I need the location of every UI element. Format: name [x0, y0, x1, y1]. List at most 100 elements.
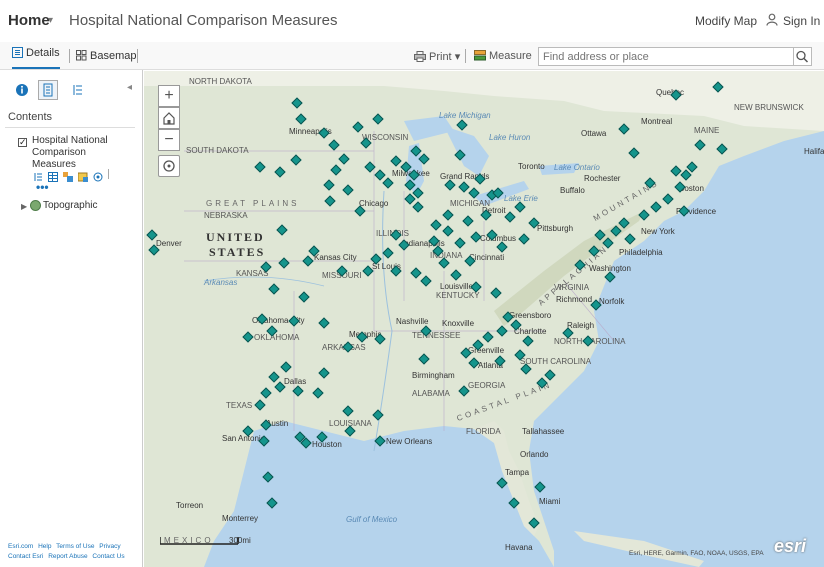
city-label: Toronto: [518, 162, 545, 171]
tools-divider: [108, 169, 109, 179]
footer-link[interactable]: Report Abuse: [48, 553, 87, 560]
footer-link[interactable]: Esri.com: [8, 543, 33, 550]
side-panel: ◂ Contents ✓ Hospital National Compariso…: [0, 70, 143, 567]
measure-button[interactable]: Measure: [474, 50, 532, 62]
city-label: Columbus: [480, 234, 517, 243]
contents-view-icon[interactable]: [38, 80, 58, 100]
map-label: Lake Huron: [489, 133, 531, 142]
city-label: Louisville: [440, 282, 473, 291]
city-label: Havana: [505, 543, 533, 552]
more-options-icon[interactable]: •••: [36, 180, 49, 194]
locate-button[interactable]: [158, 155, 180, 177]
city-label: Miami: [539, 497, 561, 506]
modify-map-link[interactable]: Modify Map: [695, 14, 757, 28]
panel-view-switcher: ◂: [0, 78, 143, 102]
map-label: TEXAS: [226, 401, 253, 410]
table-icon[interactable]: [48, 169, 58, 182]
city-label: Dallas: [284, 377, 307, 386]
map-label: SOUTH CAROLINA: [520, 357, 592, 366]
city-label: Rochester: [584, 174, 621, 183]
footer-link[interactable]: Help: [38, 543, 51, 550]
city-label: Montreal: [641, 117, 673, 126]
city-label: Birmingham: [412, 371, 455, 380]
details-list-icon: [12, 47, 23, 58]
filter-icon[interactable]: [77, 169, 88, 182]
map-label: Lake Ontario: [554, 163, 600, 172]
footer-link[interactable]: Privacy: [99, 543, 120, 550]
city-label: Torreon: [176, 501, 204, 510]
map-view[interactable]: NORTH DAKOTA SOUTH DAKOTA NEBRASKA KANSA…: [144, 71, 824, 567]
city-label: Philadelphia: [619, 248, 663, 257]
city-label: Richmond: [556, 295, 593, 304]
city-label: Raleigh: [567, 321, 595, 330]
map-label: Lake Michigan: [439, 111, 491, 120]
zoom-out-button[interactable]: −: [158, 129, 180, 151]
map-label: Arkansas: [204, 278, 238, 287]
locate-crosshair-icon: [163, 160, 175, 172]
print-button[interactable]: Print ▾: [414, 50, 460, 63]
app-header: Home ▾ Hospital National Comparison Meas…: [0, 0, 824, 42]
city-label: Pittsburgh: [537, 224, 574, 233]
details-label: Details: [26, 47, 60, 59]
search-button[interactable]: [794, 47, 812, 66]
city-label: Greenville: [468, 346, 505, 355]
style-icon[interactable]: [63, 169, 73, 182]
basemap-grid-icon: [76, 50, 87, 61]
map-title: Hospital National Comparison Measures: [69, 12, 338, 29]
zoom-in-button[interactable]: +: [158, 85, 180, 107]
city-label: Orlando: [520, 450, 549, 459]
basemap-label: Basemap: [90, 50, 137, 62]
map-label: GEORGIA: [468, 381, 506, 390]
layer-name[interactable]: Hospital National Comparison Measures: [32, 135, 132, 171]
map-label: NEW BRUNSWICK: [734, 103, 804, 112]
chevron-down-icon: ▾: [454, 51, 461, 63]
city-label: Halifa: [804, 147, 824, 156]
sign-in-link[interactable]: Sign In: [783, 14, 820, 28]
details-tab[interactable]: Details: [12, 47, 60, 69]
legend-icon[interactable]: [33, 169, 43, 181]
home-extent-button[interactable]: [158, 107, 180, 129]
map-label: ALABAMA: [412, 389, 450, 398]
map-label: NORTH DAKOTA: [189, 77, 252, 86]
map-label: GREAT PLAINS: [206, 199, 300, 208]
measure-label: Measure: [489, 50, 532, 62]
city-label: Knoxville: [442, 319, 475, 328]
city-label: Charlotte: [514, 327, 547, 336]
city-label: Ottawa: [581, 129, 607, 138]
print-label: Print: [429, 51, 452, 63]
ruler-icon: [474, 50, 486, 61]
city-label: New York: [641, 227, 675, 236]
printer-icon: [414, 51, 426, 62]
footer-link[interactable]: Contact Esri: [8, 553, 43, 560]
map-label: MAINE: [694, 126, 720, 135]
home-link[interactable]: Home: [8, 12, 50, 29]
expand-caret-icon[interactable]: ▶: [21, 202, 27, 211]
map-label: NEBRASKA: [204, 211, 248, 220]
basemap-tab[interactable]: Basemap: [76, 50, 136, 62]
home-caret-icon[interactable]: ▾: [48, 15, 53, 26]
person-icon[interactable]: [766, 13, 778, 31]
city-label: Buffalo: [560, 186, 585, 195]
city-label: Tampa: [505, 468, 530, 477]
map-label: OKLAHOMA: [254, 333, 300, 342]
map-attribution[interactable]: Esri, HERE, Garmin, FAO, NOAA, USGS, EPA: [629, 550, 764, 557]
toolbar: Details Basemap Print ▾ Measure: [0, 42, 824, 70]
map-label: Gulf of Mexico: [346, 515, 398, 524]
map-label: STATES: [209, 245, 266, 259]
esri-logo[interactable]: esri: [774, 536, 806, 557]
legend-list-icon[interactable]: [68, 80, 88, 100]
scale-bar: [160, 537, 239, 545]
analysis-icon[interactable]: [93, 169, 103, 182]
footer-link[interactable]: Contact Us: [92, 553, 124, 560]
collapse-panel-icon[interactable]: ◂: [127, 82, 132, 93]
city-label: Norfolk: [599, 297, 625, 306]
layer-visibility-checkbox[interactable]: ✓: [18, 138, 27, 147]
city-label: Chicago: [359, 199, 389, 208]
footer-link[interactable]: Terms of Use: [56, 543, 94, 550]
panel-divider: [5, 127, 135, 128]
map-label: TENNESSEE: [412, 331, 461, 340]
search-input[interactable]: [538, 47, 794, 66]
info-icon[interactable]: [12, 80, 32, 100]
map-label: UNITED: [206, 230, 265, 244]
basemap-layer-name[interactable]: Topographic: [43, 200, 97, 211]
